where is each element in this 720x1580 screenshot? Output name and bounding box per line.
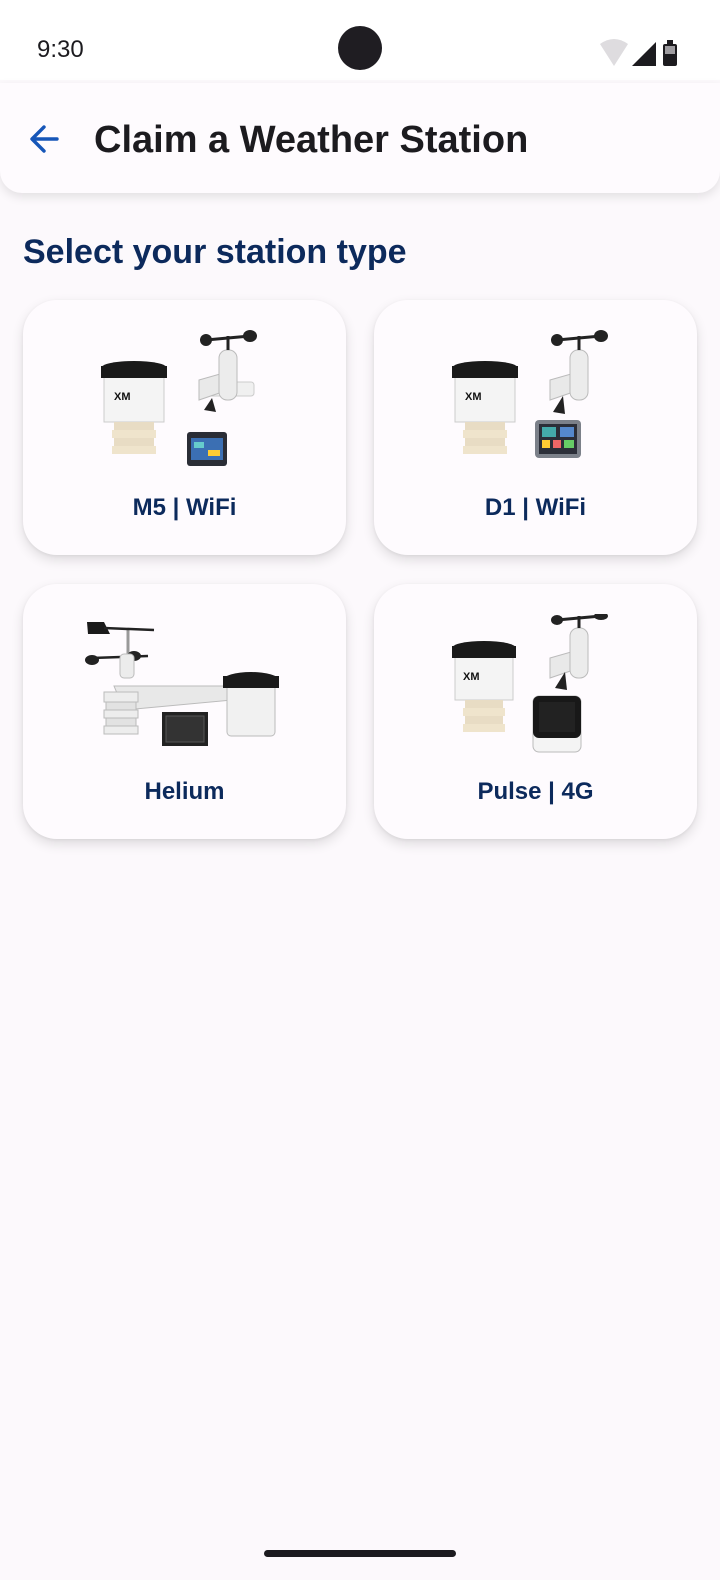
section-heading: Select your station type xyxy=(23,233,407,271)
m5-station-image: XM xyxy=(101,330,257,466)
status-icons xyxy=(600,39,677,66)
app-bar: Claim a Weather Station xyxy=(0,83,720,193)
status-time: 9:30 xyxy=(37,36,84,63)
svg-text:XM: XM xyxy=(465,391,482,403)
svg-text:XM: XM xyxy=(463,671,480,683)
svg-text:XM: XM xyxy=(114,391,131,403)
station-card-m5[interactable]: XM M5 | WiFi xyxy=(23,300,346,555)
station-card-d1[interactable]: XM D1 | WiFi xyxy=(374,300,697,555)
station-label: D1 | WiFi xyxy=(484,494,587,521)
page-title: Claim a Weather Station xyxy=(94,119,529,161)
status-bar: 9:30 xyxy=(0,0,720,80)
camera-cutout xyxy=(338,26,382,70)
station-label: Pulse | 4G xyxy=(477,778,594,805)
station-label: M5 | WiFi xyxy=(132,494,237,521)
pulse-station-image: XM xyxy=(452,614,608,753)
helium-station-image xyxy=(85,622,279,746)
d1-station-image: XM xyxy=(452,330,608,458)
arrow-back-icon xyxy=(30,125,59,153)
station-card-pulse[interactable]: XM Pulse | 4G xyxy=(374,584,697,839)
station-label: Helium xyxy=(144,778,225,805)
station-card-helium[interactable]: Helium xyxy=(23,584,346,839)
signal-icon xyxy=(632,42,656,66)
back-button[interactable] xyxy=(20,113,68,165)
battery-icon xyxy=(663,40,677,66)
wifi-icon xyxy=(600,39,628,66)
home-indicator[interactable] xyxy=(264,1550,456,1557)
